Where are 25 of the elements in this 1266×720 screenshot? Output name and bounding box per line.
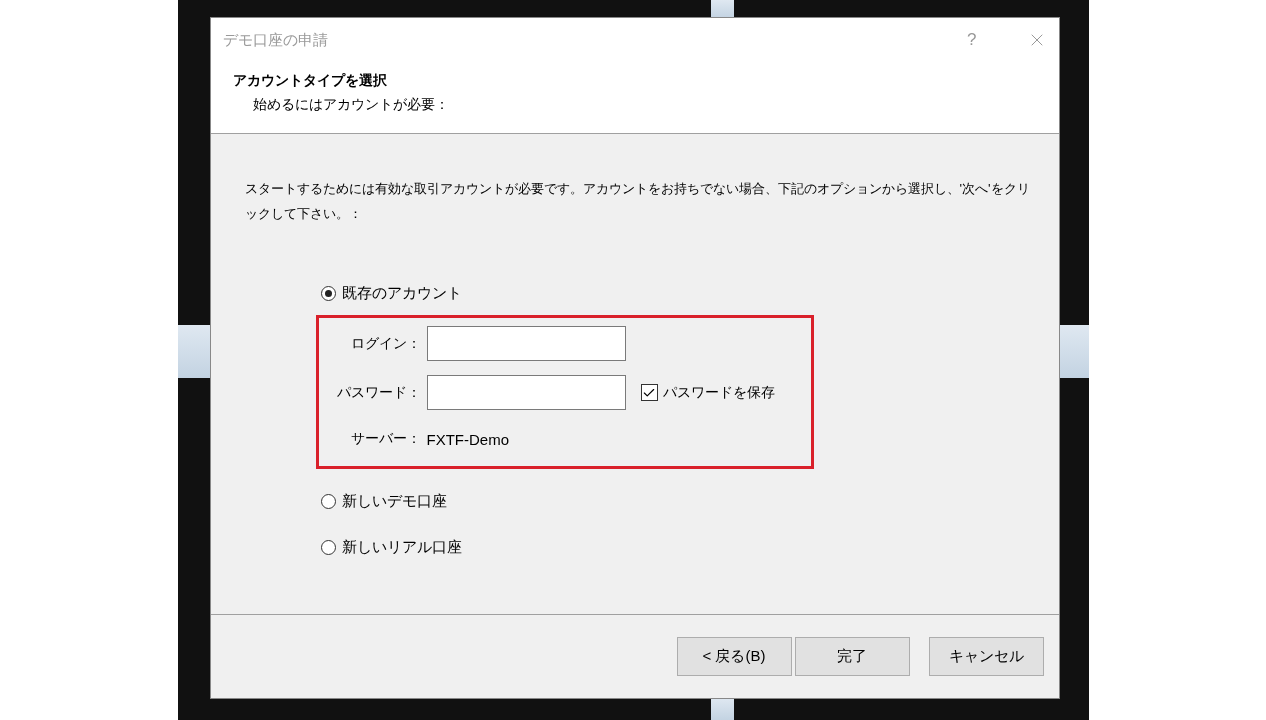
- window-edge: [1058, 325, 1089, 378]
- header-title: アカウントタイプを選択: [232, 72, 388, 90]
- option-label: 既存のアカウント: [341, 283, 462, 303]
- window-edge: [710, 698, 734, 720]
- checkbox[interactable]: [640, 384, 658, 401]
- server-value: FXTF-Demo: [426, 429, 510, 448]
- window-title: デモ口座の申請: [222, 30, 329, 50]
- header-subtitle: 始めるにはアカウントが必要：: [252, 96, 450, 114]
- login-label: ログイン：: [349, 334, 422, 353]
- window-edge: [710, 0, 734, 18]
- option-label: 新しいデモ口座: [341, 491, 447, 511]
- dialog-button[interactable]: 完了: [794, 637, 910, 676]
- dialog-button[interactable]: キャンセル: [928, 637, 1044, 676]
- option-label: 新しいリアル口座: [341, 537, 462, 557]
- server-label: サーバー：: [349, 429, 422, 448]
- radio-button[interactable]: [320, 493, 336, 509]
- radio-button[interactable]: [320, 539, 336, 555]
- dialog-button[interactable]: < 戻る(B): [676, 637, 792, 676]
- window-edge: [177, 325, 211, 378]
- password-field[interactable]: [426, 375, 626, 410]
- password-label: パスワード：: [335, 383, 422, 402]
- login-field[interactable]: [426, 326, 626, 361]
- checkbox-label: パスワードを保存: [662, 383, 775, 402]
- instruction-text: スタートするためには有効な取引アカウントが必要です。アカウントをお持ちでない場合、下記のオプションから選択し、'次へ'をクリックして下さい。：: [244, 180, 1031, 223]
- radio-button[interactable]: [320, 285, 336, 301]
